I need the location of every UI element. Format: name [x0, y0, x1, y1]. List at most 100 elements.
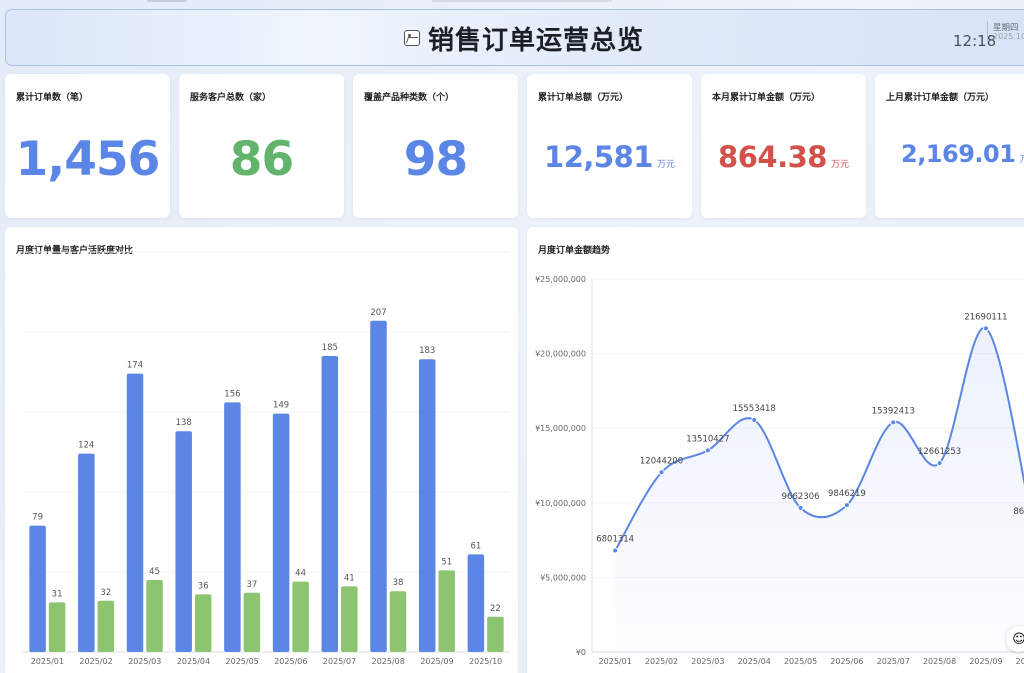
line-point [843, 502, 850, 509]
kpi-label: 本月累计订单金额（万元） [712, 93, 821, 103]
point-value-label: 9662306 [782, 492, 820, 502]
kpi-value: 12,581 [544, 140, 653, 174]
bar-value-label: 207 [370, 308, 386, 318]
bar-chart-panel: 月度订单量与客户活跃度对比 79 31 2025/01 124 32 2025/02 174… [5, 227, 518, 673]
bar-value-label: 79 [32, 513, 43, 523]
x-tick-label: 2025/06 [274, 657, 307, 666]
kpi-value: 1,456 [15, 132, 161, 187]
kpi-money: 12,581 万元 [527, 140, 692, 174]
bar [438, 570, 455, 652]
top-toolbar-remnant-left [147, 0, 187, 2]
bar [487, 616, 504, 652]
x-tick-label: 2025/07 [877, 657, 910, 666]
line-point [797, 504, 804, 511]
kpi-value: 2,169.01 [901, 140, 1016, 168]
kpi-unit: 万元 [1019, 155, 1024, 165]
dashboard-header: 销售订单运营总览 12:18 [5, 9, 1024, 66]
kpi-label: 覆盖产品种类数（个） [364, 93, 455, 103]
bar-chart: 79 31 2025/01 124 32 2025/02 174 45 2025/03 138 36… [23, 251, 510, 666]
bar-value-label: 124 [78, 441, 94, 451]
bar [194, 594, 212, 652]
assistant-face-icon: ☺ [1012, 631, 1024, 647]
x-tick-label: 2025/02 [645, 657, 678, 666]
y-tick-label: ¥15,000,000 [535, 424, 586, 433]
y-tick-label: ¥5,000,000 [540, 573, 586, 582]
bar [321, 356, 339, 652]
x-tick-label: 2025/04 [738, 657, 771, 666]
line-point [982, 325, 989, 332]
point-value-label: 15553418 [733, 404, 776, 414]
bar-value-label: 156 [224, 389, 240, 399]
bar-value-label: 31 [52, 589, 63, 599]
y-tick-label: ¥10,000,000 [535, 499, 586, 508]
x-tick-label: 2025/10 [469, 657, 502, 666]
line-point [751, 416, 758, 423]
kpi-label: 服务客户总数（家） [190, 93, 272, 103]
kpi-card-this-month-amount: 本月累计订单金额（万元） 864.38 万元 [701, 74, 866, 218]
bar-value-label: 38 [393, 578, 404, 588]
clock-separator [987, 21, 988, 41]
point-value-label: 21690111 [964, 312, 1007, 322]
bar [126, 373, 144, 652]
x-tick-label: 2025/01 [31, 657, 64, 666]
top-toolbar-remnant-right [432, 0, 612, 2]
bar [272, 413, 290, 652]
point-value-label: 15392413 [872, 406, 915, 416]
line-chart-panel: 月度订单金额趋势 ¥0 ¥5,000,000 ¥10,000,000 ¥15,000,… [527, 227, 1024, 673]
bar [467, 554, 485, 652]
x-tick-label: 2025/08 [923, 657, 956, 666]
bar [48, 602, 66, 652]
y-tick-label: ¥20,000,000 [535, 350, 586, 359]
x-tick-label: 2025/03 [128, 657, 161, 666]
clock-time: 12:18 [953, 32, 997, 50]
bar-value-label: 61 [470, 541, 481, 551]
x-tick-label: 2025/05 [784, 657, 817, 666]
kpi-card-total-customers: 服务客户总数（家） 86 [179, 74, 344, 218]
bar-value-label: 41 [344, 573, 355, 583]
bar-value-label: 174 [127, 361, 143, 371]
kpi-value: 98 [403, 132, 468, 187]
line-point [658, 469, 665, 476]
point-value-label: 13510427 [686, 434, 729, 444]
kpi-value: 864.38 [718, 140, 827, 174]
x-tick-label: 2025/04 [177, 657, 210, 666]
y-tick-label: ¥0 [576, 648, 586, 657]
x-tick-label: 2025/02 [79, 657, 112, 666]
x-tick-label: 2025/10 [1016, 657, 1024, 666]
kpi-card-last-month-amount: 上月累计订单金额（万元） 2,169.01万元 [875, 74, 1024, 218]
bar-value-label: 185 [322, 343, 338, 353]
line-point [890, 419, 897, 426]
line-point [936, 460, 943, 467]
page-title: 销售订单运营总览 [428, 25, 645, 56]
x-tick-label: 2025/09 [969, 657, 1002, 666]
point-value-label: 9846219 [828, 489, 866, 499]
line-point [612, 547, 619, 554]
point-value-label: 12661253 [918, 447, 961, 457]
x-tick-label: 2025/09 [420, 657, 453, 666]
header-title-group: 销售订单运营总览 [404, 22, 645, 56]
bar-value-label: 138 [176, 418, 192, 428]
bar [146, 580, 163, 652]
line-chart: ¥0 ¥5,000,000 ¥10,000,000 ¥15,000,000 ¥20,00… [535, 275, 1024, 666]
bar [292, 581, 309, 652]
bar [418, 359, 436, 652]
x-tick-label: 2025/01 [599, 657, 632, 666]
point-value-label: 6801314 [596, 535, 634, 545]
kpi-card-total-orders: 累计订单数（笔） 1,456 [5, 74, 170, 218]
bar [224, 402, 241, 652]
bar-value-label: 45 [149, 567, 160, 577]
image-icon [404, 30, 420, 46]
y-tick-label: ¥25,000,000 [535, 275, 586, 284]
kpi-unit: 万元 [830, 160, 849, 170]
line-point [704, 447, 711, 454]
kpi-card-total-amount: 累计订单总额（万元） 12,581 万元 [527, 74, 692, 218]
bar-value-label: 36 [198, 581, 209, 591]
kpi-money: 2,169.01万元 [875, 140, 1024, 168]
bar [243, 592, 261, 652]
x-tick-label: 2025/06 [830, 657, 863, 666]
kpi-money: 864.38 万元 [701, 140, 866, 174]
bar [175, 431, 192, 652]
line-area [615, 328, 1024, 652]
x-tick-label: 2025/08 [372, 657, 405, 666]
x-tick-label: 2025/05 [226, 657, 259, 666]
